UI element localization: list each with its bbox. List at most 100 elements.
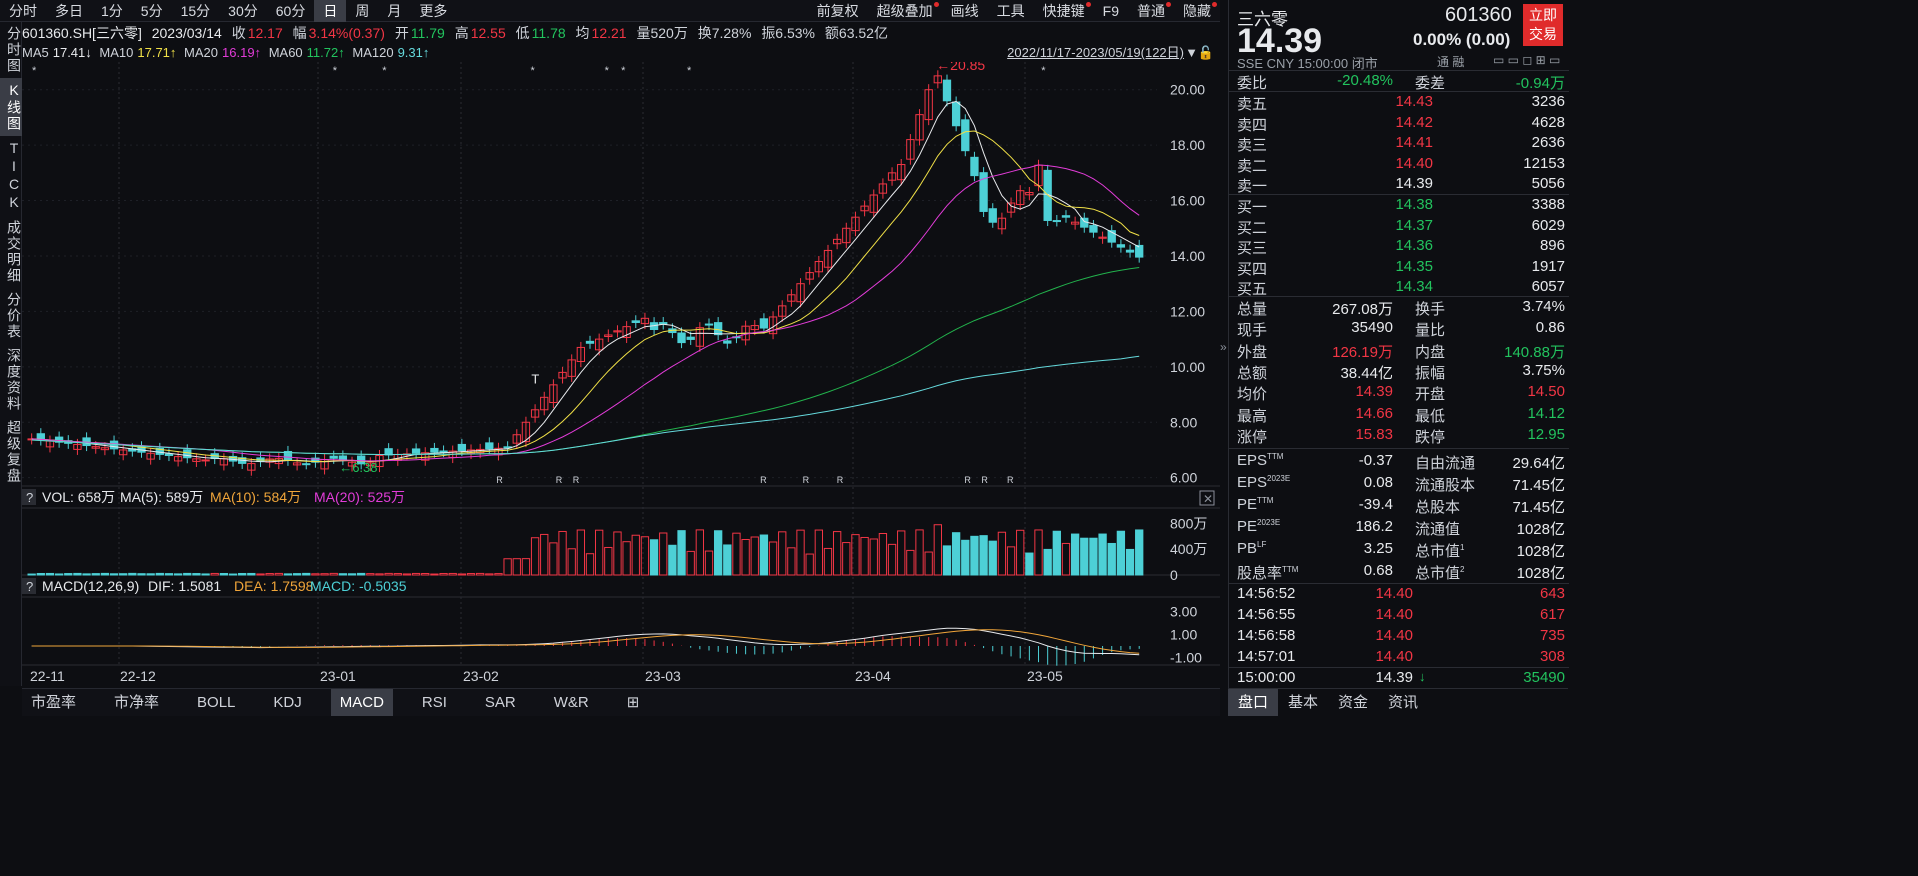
tab-5[interactable]: 30分 (219, 0, 267, 22)
tool-7[interactable]: 隐藏 (1174, 0, 1220, 22)
tool-5[interactable]: F9 (1094, 0, 1128, 22)
lock-icon[interactable]: 🔓 (1198, 44, 1214, 62)
tool-2[interactable]: 画线 (942, 0, 988, 22)
nav-item-3[interactable]: 成交明细 (0, 216, 22, 288)
nav-item-6[interactable]: 超级复盘 (0, 416, 22, 488)
nav-item-4[interactable]: 分价表 (0, 288, 22, 344)
divider (1229, 583, 1569, 584)
divider (1229, 91, 1569, 92)
nav-item-0[interactable]: 分时图 (0, 22, 22, 78)
vol-axis-tick: 800万 (1170, 515, 1207, 531)
volume-bar (576, 529, 586, 576)
kline-chart-area[interactable]: 20.00 18.00 16.00 14.00 12.00 10.00 8.00 6.00 ←2… (22, 62, 1220, 688)
ask-price: 14.43 (1395, 93, 1433, 110)
r-marker: R (964, 475, 971, 485)
panel-tab-1[interactable]: 基本 (1278, 689, 1328, 716)
indicator-tab-0[interactable]: 市盈率 (22, 689, 85, 716)
collapse-arrow-icon[interactable]: » (1220, 340, 1228, 354)
tool-6[interactable]: 普通 (1128, 0, 1174, 22)
fund-label-2-sup: 2 (1460, 565, 1465, 574)
indicator-tab-6[interactable]: SAR (476, 689, 525, 716)
tab-4[interactable]: 15分 (172, 0, 220, 22)
star-marker: * (32, 65, 37, 77)
volume-bar (64, 573, 73, 576)
price-axis-tick: 12.00 (1170, 303, 1205, 319)
tool-4[interactable]: 快捷键 (1034, 0, 1094, 22)
panel-tab-0[interactable]: 盘口 (1228, 689, 1279, 716)
nav-item-1[interactable]: K线图 (0, 78, 22, 136)
ask-volume: 5056 (1531, 175, 1565, 192)
tab-10[interactable]: 更多 (410, 0, 456, 22)
indicator-tab-1[interactable]: 市净率 (105, 689, 168, 716)
fund-label-sup: TTM (1257, 496, 1274, 505)
price-axis-tick: 16.00 (1170, 193, 1205, 209)
tool-0[interactable]: 前复权 (808, 0, 868, 22)
indicator-tab-5[interactable]: RSI (413, 689, 456, 716)
tick-price: 14.40 (1375, 648, 1413, 665)
volume-bar (1116, 530, 1126, 576)
weidiff-value: -0.94万 (1515, 75, 1565, 92)
trade-now-button[interactable]: 立即交易 (1523, 4, 1563, 46)
min-price-label: ←6.38 (339, 460, 377, 475)
macd-value: MACD: -0.5035 (310, 578, 407, 594)
volume-bar (457, 573, 467, 576)
panel-tab-2[interactable]: 资金 (1328, 689, 1378, 716)
close-icon: ✕ (1203, 492, 1213, 506)
star-marker: * (382, 65, 387, 77)
tab-9[interactable]: 月 (378, 0, 410, 22)
nav-item-2[interactable]: TICK (0, 136, 22, 216)
volume-bar (503, 558, 512, 576)
volume-bar (448, 572, 457, 576)
stat-label: 涨停 (1237, 428, 1268, 446)
volume-bar (1043, 548, 1052, 576)
fund-label-2-text: 流通值 (1415, 521, 1461, 538)
volume-bar (549, 542, 558, 576)
indicator-tab-2[interactable]: BOLL (188, 689, 244, 716)
tab-6[interactable]: 60分 (267, 0, 315, 22)
add-indicator-button[interactable]: ⊞ (618, 689, 649, 716)
volume-bar (1070, 533, 1080, 576)
volume-bar (631, 534, 640, 576)
vol-ma10: MA(10): 584万 (210, 489, 301, 505)
fund-label-sup: 2023E (1257, 518, 1281, 527)
indicator-tab-4[interactable]: MACD (330, 689, 393, 716)
volume-bar (778, 531, 787, 576)
indicator-tab-3[interactable]: KDJ (264, 689, 310, 716)
panel-tab-3[interactable]: 资讯 (1378, 689, 1428, 716)
volume-bar (283, 573, 293, 576)
tool-3[interactable]: 工具 (988, 0, 1034, 22)
tab-0[interactable]: 分时 (0, 0, 46, 22)
tab-2[interactable]: 1分 (92, 0, 132, 22)
avg-value: 12.21 (591, 25, 627, 41)
date-range-selector[interactable]: 2022/11/17-2023/05/19(122日) (1007, 44, 1184, 62)
tab-8[interactable]: 周 (346, 0, 378, 22)
tab-3[interactable]: 5分 (132, 0, 172, 22)
ma10-line (31, 130, 1140, 463)
tool-1[interactable]: 超级叠加 (868, 0, 942, 22)
nav-item-5[interactable]: 深度资料 (0, 344, 22, 416)
ask-volume: 2636 (1531, 134, 1565, 151)
volume-bar (723, 544, 732, 576)
ma120-value: 9.31↑ (397, 45, 430, 60)
tab-7[interactable]: 日 (314, 0, 347, 22)
tab-1[interactable]: 多日 (46, 0, 92, 22)
volume-bar (704, 550, 714, 576)
avg-label: 均 (575, 25, 590, 41)
volume-bar (970, 535, 979, 576)
price-axis-tick: 20.00 (1170, 82, 1205, 98)
volume-bar (82, 573, 91, 576)
volume-bar (521, 558, 531, 576)
dropdown-triangle-icon[interactable]: ▼ (1185, 44, 1198, 62)
candle-body (183, 449, 192, 459)
indicator-tab-7[interactable]: W&R (545, 689, 598, 716)
weidiff-label: 委差 (1415, 75, 1446, 92)
notify-dot-icon (1166, 1, 1171, 7)
stat-label: 外盘 (1237, 343, 1268, 361)
ask-label: 卖四 (1237, 116, 1268, 134)
max-price-label: ←20.85 (936, 62, 985, 73)
fund-value: -39.4 (1358, 496, 1393, 513)
weibi-value: -20.48% (1337, 72, 1393, 89)
panel-toolbar-icons[interactable]: ▭ ▭ ◻ ⊞ ▭ (1493, 53, 1560, 67)
fund-label: 股息率TTM (1237, 562, 1298, 583)
stat-label: 总量 (1237, 301, 1268, 318)
